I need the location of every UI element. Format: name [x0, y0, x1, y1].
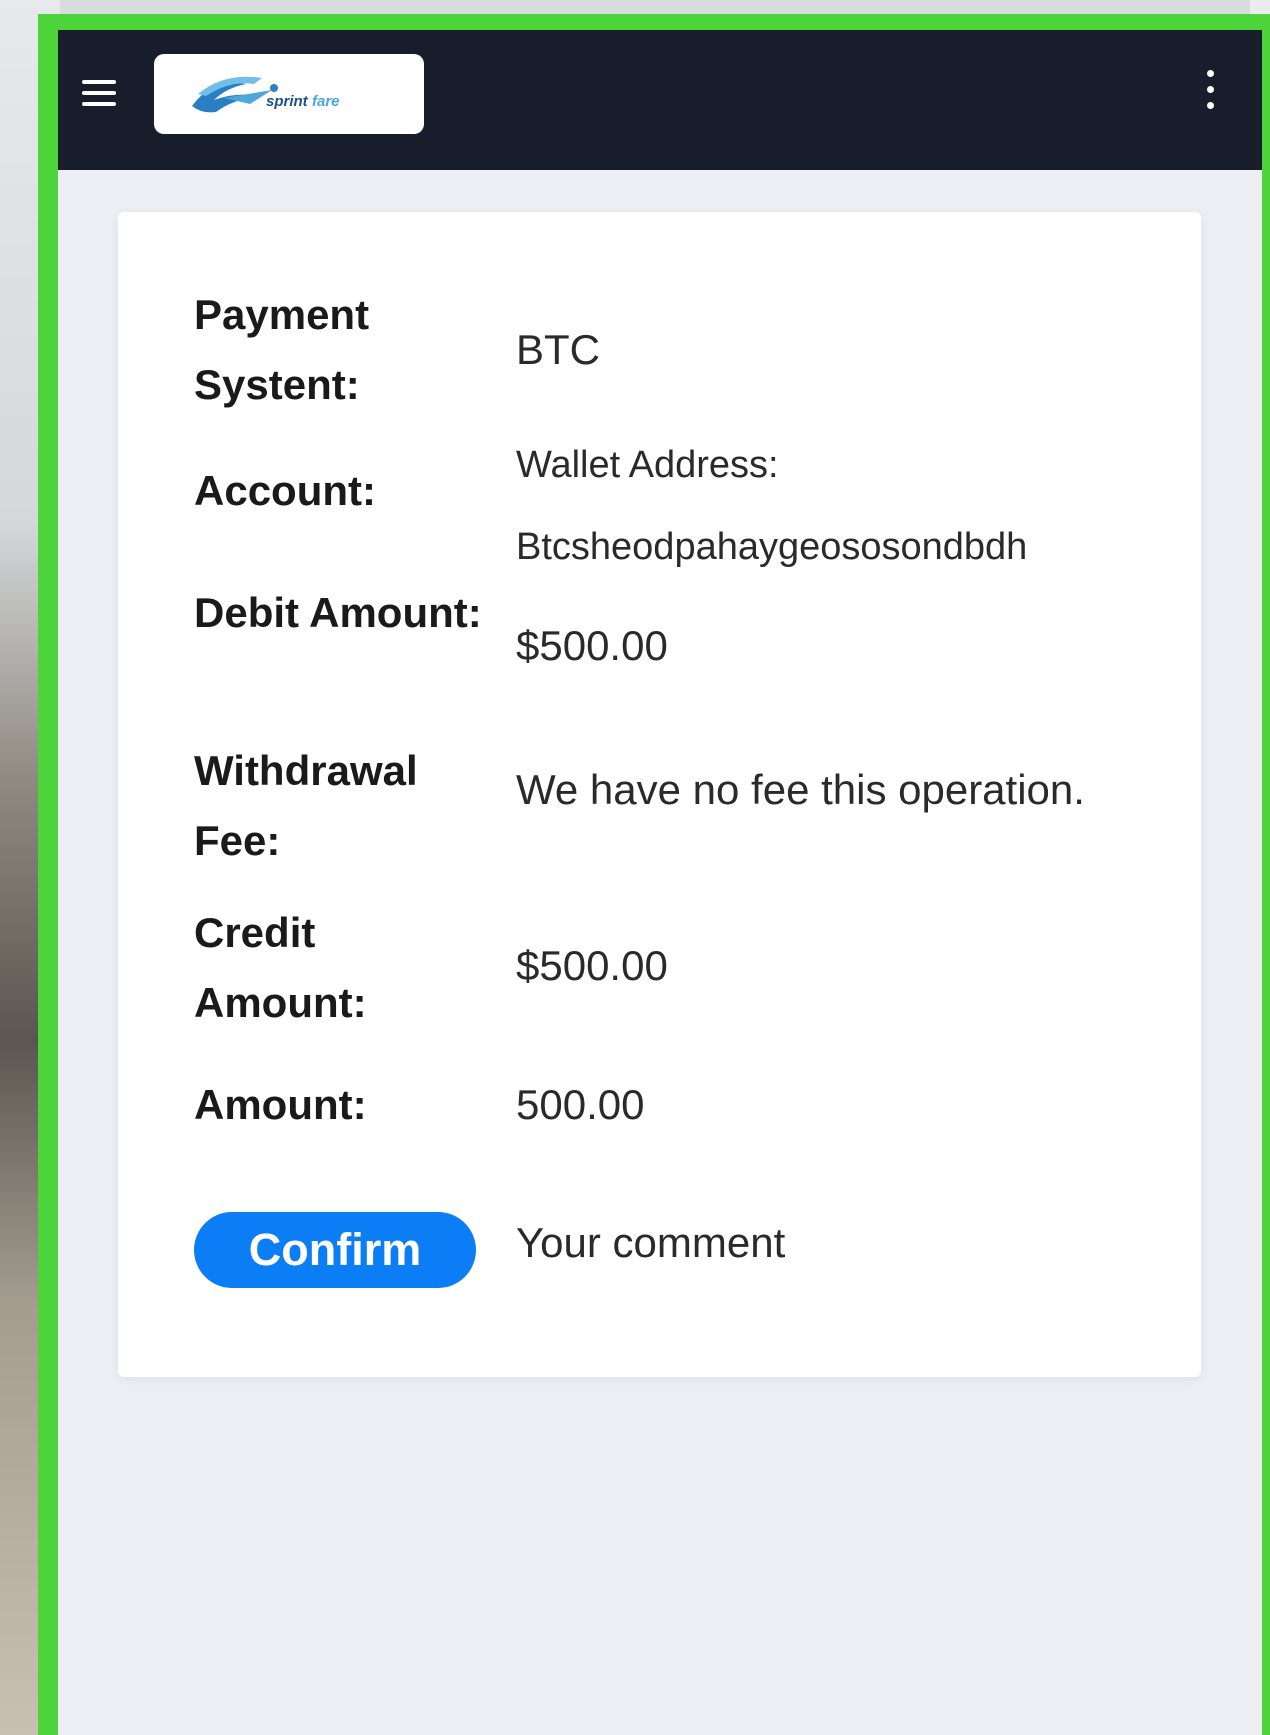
logo-icon: sprint fare	[192, 76, 340, 113]
app-screen: sprint fare Payment Systent: BTC Account…	[58, 30, 1262, 1735]
amount-label: Amount:	[194, 1081, 367, 1128]
confirm-button[interactable]: Confirm	[194, 1212, 476, 1288]
credit-amount-value: $500.00	[516, 942, 668, 989]
top-bar: sprint fare	[58, 30, 1262, 170]
withdrawal-fee-value: We have no fee this operation.	[516, 766, 1085, 813]
debit-amount-value: $500.00	[516, 622, 668, 669]
account-wallet-label: Wallet Address:	[516, 444, 779, 486]
account-wallet-address: Btcsheodpahaygeososondbdh	[516, 526, 1028, 568]
account-label: Account:	[194, 467, 376, 514]
withdrawal-fee-label: Withdrawal Fee:	[194, 747, 418, 864]
svg-text:fare: fare	[312, 93, 340, 110]
debit-amount-label: Debit Amount:	[194, 589, 482, 636]
payment-system-value: BTC	[516, 326, 600, 373]
amount-value: 500.00	[516, 1081, 645, 1128]
svg-text:sprint: sprint	[266, 93, 309, 110]
more-options-icon[interactable]	[1200, 66, 1220, 114]
credit-amount-label: Credit Amount:	[194, 909, 367, 1026]
comment-input[interactable]	[516, 1208, 1156, 1278]
withdrawal-details-card: Payment Systent: BTC Account: Wallet Add…	[118, 212, 1201, 1377]
logo-wordmark: sprint fare	[266, 93, 340, 110]
brand-logo[interactable]: sprint fare	[154, 54, 424, 134]
hamburger-menu-icon[interactable]	[80, 74, 120, 114]
payment-system-label: Payment Systent:	[194, 291, 370, 408]
